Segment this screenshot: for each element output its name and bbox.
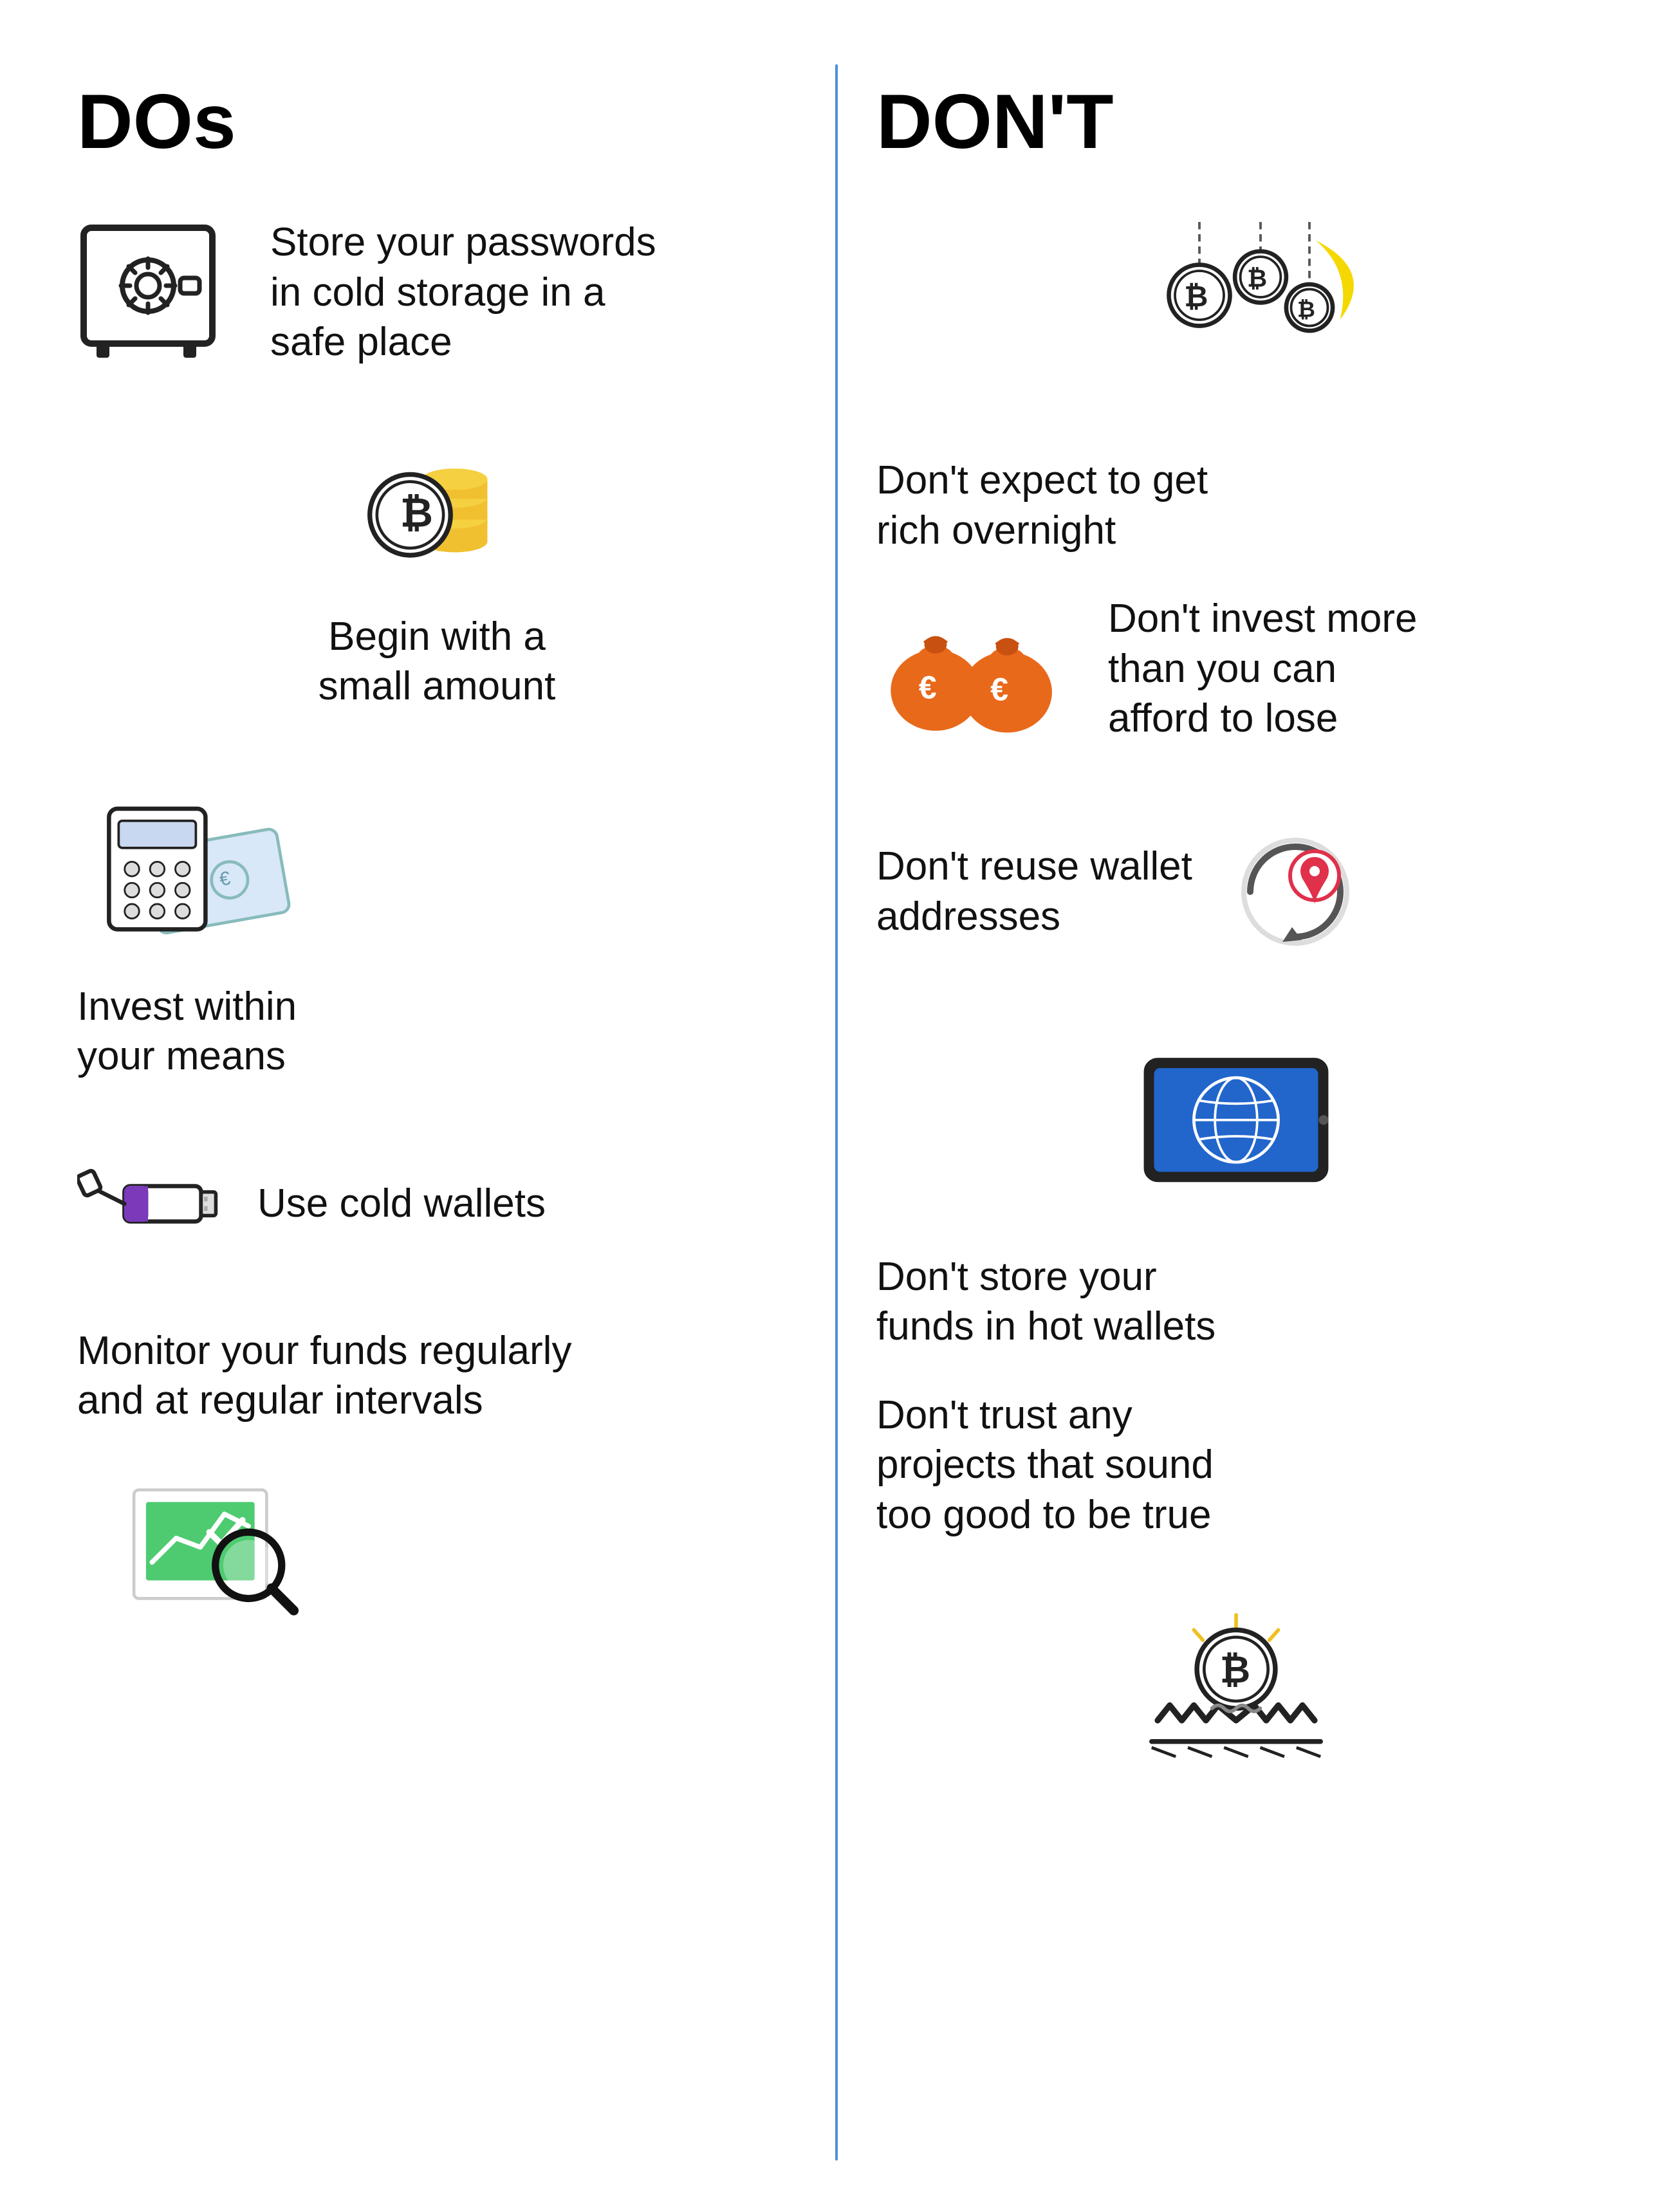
donts-column: DON'T ₿ ₿: [838, 51, 1634, 2161]
dos-column: DOs: [39, 51, 835, 2161]
dos-item-store-passwords: Store your passwordsin cold storage in a…: [77, 217, 797, 367]
usb-icon: [77, 1159, 219, 1249]
dont-item-hot-wallets-text: Don't store yourfunds in hot wallets: [876, 1252, 1215, 1352]
dos-item-cold-wallets-text: Use cold wallets: [257, 1179, 546, 1229]
dos-header: DOs: [77, 77, 797, 166]
dos-item-invest-means: €: [77, 789, 797, 1082]
dont-item-too-good: Don't trust anyprojects that soundtoo go…: [876, 1390, 1596, 1765]
svg-text:€: €: [990, 671, 1008, 708]
svg-text:₿: ₿: [1220, 1649, 1250, 1691]
dont-item-too-good-text: Don't trust anyprojects that soundtoo go…: [876, 1390, 1214, 1540]
svg-text:₿: ₿: [400, 490, 433, 535]
dos-item-invest-means-text: Invest withinyour means: [77, 982, 297, 1082]
night-bitcoin-icon: ₿ ₿ ₿: [1114, 217, 1358, 398]
dos-item-store-passwords-text: Store your passwordsin cold storage in a…: [270, 217, 656, 367]
svg-text:€: €: [919, 669, 937, 706]
dos-item-small-amount-text: Begin with asmall amount: [319, 612, 556, 712]
dont-item-reuse-addresses-text: Don't reuse walletaddresses: [876, 842, 1192, 941]
dont-item-rich-overnight: ₿ ₿ ₿ Don't expect to getrich overnight: [876, 217, 1596, 555]
svg-text:₿: ₿: [1184, 280, 1208, 313]
dos-item-monitor-funds: Monitor your funds regularlyand at regul…: [77, 1326, 797, 1619]
phone-globe-icon: [1140, 1040, 1333, 1194]
dont-item-hot-wallets: Don't store yourfunds in hot wallets: [876, 1040, 1596, 1352]
calculator-bills-icon: €: [103, 789, 296, 943]
bitcoin-coins-icon: ₿: [360, 445, 514, 573]
dont-item-invest-more-text: Don't invest morethan you canafford to l…: [1108, 594, 1417, 744]
svg-text:₿: ₿: [1297, 297, 1315, 322]
dont-item-invest-more: € € Don't invest morethan you canafford …: [876, 594, 1596, 744]
svg-text:₿: ₿: [1247, 266, 1267, 293]
chart-magnifier-icon: [116, 1452, 309, 1619]
dont-item-rich-overnight-text: Don't expect to getrich overnight: [876, 456, 1208, 555]
dos-item-small-amount: ₿ Begin with asmall amount: [77, 445, 797, 712]
bitcoin-trap-icon: ₿: [1140, 1598, 1333, 1765]
dont-item-reuse-addresses: Don't reuse walletaddresses: [876, 827, 1596, 956]
dos-item-cold-wallets: Use cold wallets: [77, 1159, 797, 1249]
safe-icon: [77, 221, 232, 363]
money-bags-icon: € €: [876, 598, 1069, 739]
location-pin-icon: [1231, 827, 1360, 956]
donts-header: DON'T: [876, 77, 1596, 166]
dos-item-monitor-funds-text: Monitor your funds regularlyand at regul…: [77, 1326, 571, 1426]
main-container: DOs: [0, 0, 1673, 2212]
